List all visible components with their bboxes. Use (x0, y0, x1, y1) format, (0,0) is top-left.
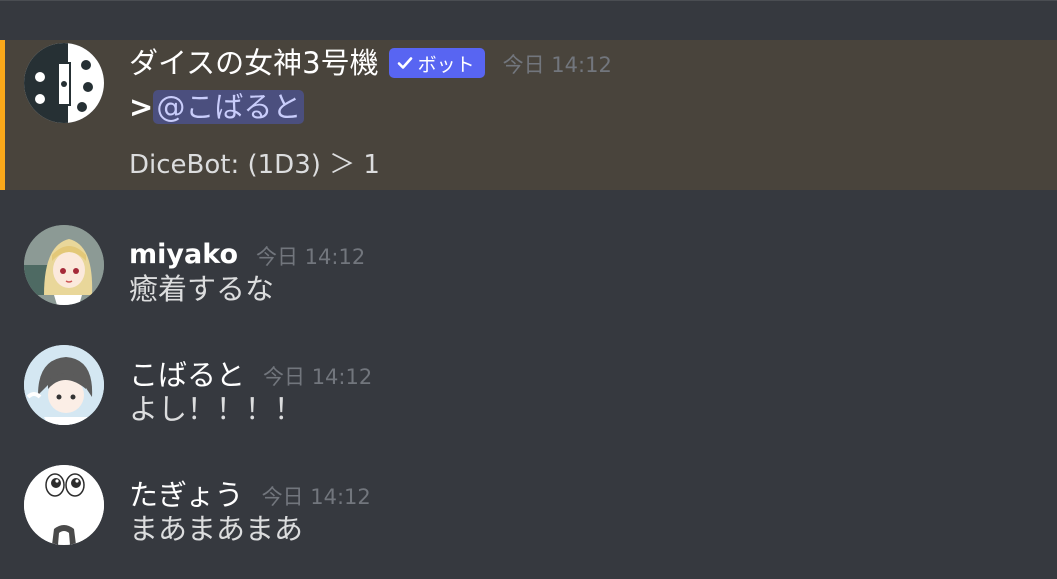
username[interactable]: こばると (129, 357, 245, 393)
chat-message-list: ダイスの女神3号機 ボット 今日 14:12 > @こばると DiceBot: (… (0, 0, 1057, 579)
timestamp[interactable]: 今日 14:12 (256, 238, 365, 272)
message-text: まあまあまあ (129, 512, 304, 546)
checkmark-icon (397, 57, 412, 69)
username[interactable]: たぎょう (129, 477, 244, 513)
message-text: よし！！！！ (129, 392, 304, 426)
anime-girl-avatar[interactable] (24, 225, 104, 305)
message-item-tagyou[interactable]: たぎょう 今日 14:12 まあまあまあ (0, 462, 1057, 552)
timestamp[interactable]: 今日 14:12 (262, 478, 371, 512)
message-item-bot[interactable]: ダイスの女神3号機 ボット 今日 14:12 > @こばると DiceBot: (… (0, 40, 1057, 190)
avatar-art (24, 345, 104, 425)
message-content: > @こばると (129, 88, 305, 126)
avatar-art (24, 465, 104, 545)
message-header: たぎょう 今日 14:12 (129, 477, 371, 513)
username[interactable]: ダイスの女神3号機 (129, 45, 379, 81)
avatar-art (24, 225, 104, 305)
divider (0, 0, 1057, 1)
dice-avatar[interactable] (24, 43, 104, 123)
dice-result: DiceBot: (1D3) ＞ 1 (129, 150, 380, 180)
user-mention[interactable]: @こばると (153, 90, 305, 124)
surprised-face-avatar[interactable] (24, 465, 104, 545)
timestamp[interactable]: 今日 14:12 (263, 358, 372, 392)
username[interactable]: miyako (129, 237, 238, 273)
message-item-miyako[interactable]: miyako 今日 14:12 癒着するな (0, 222, 1057, 312)
message-header: ダイスの女神3号機 ボット 今日 14:12 (129, 45, 612, 81)
dice-icon (24, 43, 104, 123)
message-item-kobaruto[interactable]: こばると 今日 14:12 よし！！！！ (0, 342, 1057, 432)
message-header: こばると 今日 14:12 (129, 357, 372, 393)
message-text: 癒着するな (129, 272, 275, 306)
quote-mark: > (129, 90, 154, 124)
timestamp[interactable]: 今日 14:12 (503, 46, 612, 80)
anime-boy-avatar[interactable] (24, 345, 104, 425)
bot-tag: ボット (388, 48, 485, 78)
bot-tag-label: ボット (417, 53, 475, 76)
message-header: miyako 今日 14:12 (129, 237, 365, 273)
